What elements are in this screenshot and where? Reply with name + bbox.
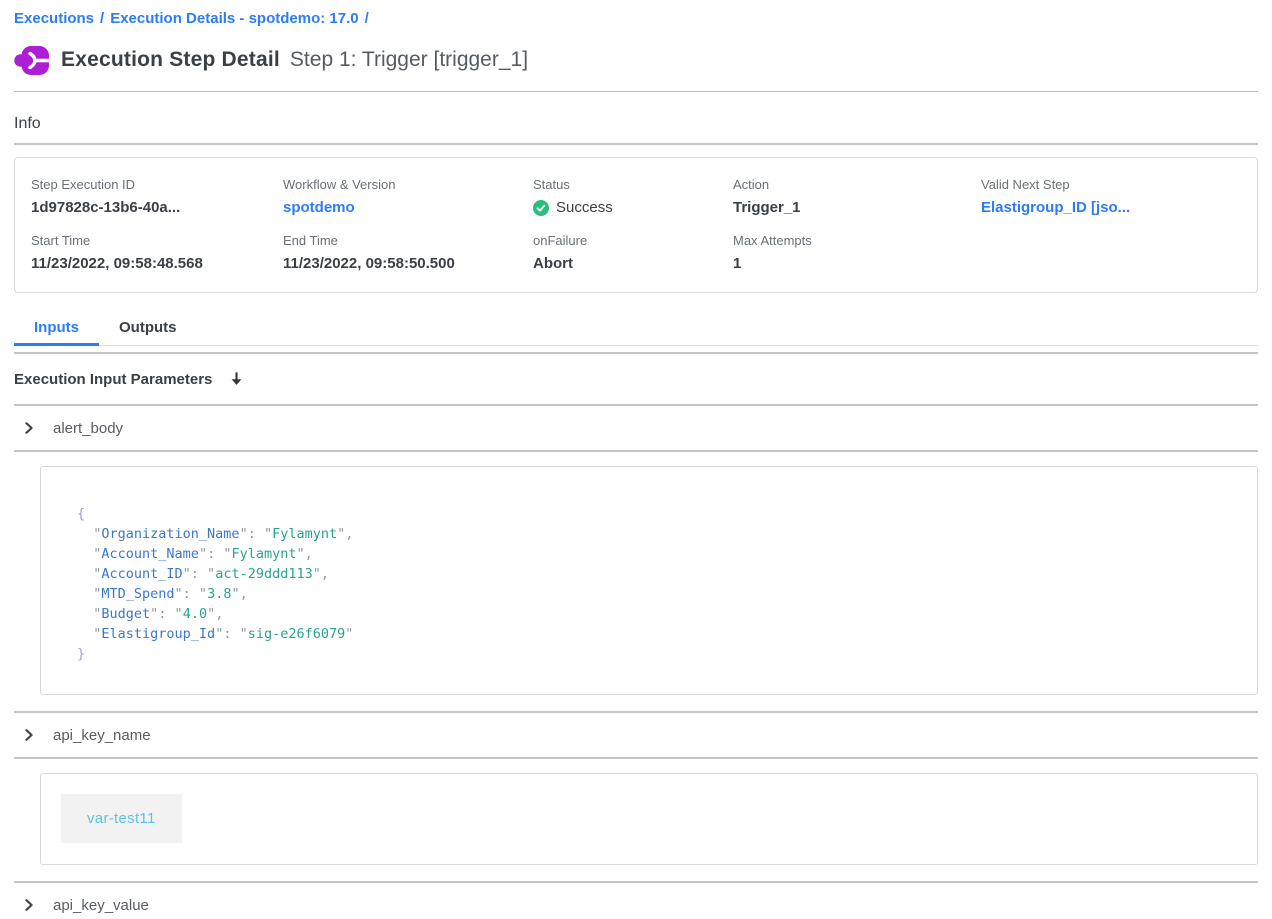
field-label: Status <box>533 177 733 192</box>
info-section-title: Info <box>14 115 1258 133</box>
info-section: Info Step Execution ID 1d97828c-13b6-40a… <box>14 115 1258 293</box>
execution-input-parameters-header: Execution Input Parameters <box>14 354 1258 404</box>
field-value: Trigger_1 <box>733 199 981 216</box>
page-header: Execution Step Detail Step 1: Trigger [t… <box>14 40 1258 80</box>
field-label: Valid Next Step <box>981 177 1241 192</box>
page-title: Execution Step Detail <box>61 48 280 72</box>
success-check-icon <box>533 200 549 216</box>
field-value: Abort <box>533 255 733 272</box>
workflow-link[interactable]: spotdemo <box>283 199 533 216</box>
field-label: Step Execution ID <box>31 177 283 192</box>
field-start-time: Start Time 11/23/2022, 09:58:48.568 <box>31 233 283 272</box>
field-empty <box>981 233 1241 272</box>
api-key-name-value: var-test11 <box>61 794 182 843</box>
field-onfailure: onFailure Abort <box>533 233 733 272</box>
alert-body-json-card: { "Organization_Name": "Fylamynt", "Acco… <box>40 466 1258 695</box>
field-value: 1 <box>733 255 981 272</box>
breadcrumb-separator: / <box>100 10 104 27</box>
param-row-api-key-name[interactable]: api_key_name <box>14 713 1258 757</box>
row-divider <box>14 757 1258 759</box>
json-code: { "Organization_Name": "Fylamynt", "Acco… <box>77 504 1237 664</box>
row-divider <box>14 450 1258 452</box>
field-valid-next-step: Valid Next Step Elastigroup_ID [jso... <box>981 177 1241 216</box>
field-value: 11/23/2022, 09:58:48.568 <box>31 255 283 272</box>
field-end-time: End Time 11/23/2022, 09:58:50.500 <box>283 233 533 272</box>
breadcrumb-separator: / <box>365 10 369 27</box>
field-label: Workflow & Version <box>283 177 533 192</box>
breadcrumb-link-execution-details[interactable]: Execution Details - spotdemo: 17.0 <box>110 10 358 27</box>
param-row-alert-body[interactable]: alert_body <box>14 406 1258 450</box>
breadcrumb: Executions / Execution Details - spotdemo:… <box>14 10 1258 27</box>
fylamynt-logo-icon <box>14 45 49 76</box>
chevron-right-icon <box>22 421 36 435</box>
page-subtitle: Step 1: Trigger [trigger_1] <box>290 48 528 72</box>
next-step-link[interactable]: Elastigroup_ID [jso... <box>981 199 1241 216</box>
field-step-execution-id: Step Execution ID 1d97828c-13b6-40a... <box>31 177 283 216</box>
field-label: Action <box>733 177 981 192</box>
param-name: alert_body <box>53 420 123 437</box>
field-label: Start Time <box>31 233 283 248</box>
download-arrow-icon[interactable] <box>227 370 246 389</box>
tab-inputs[interactable]: Inputs <box>14 314 99 345</box>
info-card: Step Execution ID 1d97828c-13b6-40a... W… <box>14 157 1258 293</box>
chevron-right-icon <box>22 898 36 912</box>
param-name: api_key_value <box>53 897 149 914</box>
field-value: 1d97828c-13b6-40a... <box>31 199 283 216</box>
param-row-api-key-value[interactable]: api_key_value <box>14 883 1258 919</box>
field-label: Max Attempts <box>733 233 981 248</box>
field-action: Action Trigger_1 <box>733 177 981 216</box>
field-status: Status Success <box>533 177 733 216</box>
field-label: onFailure <box>533 233 733 248</box>
param-name: api_key_name <box>53 727 151 744</box>
params-section-title: Execution Input Parameters <box>14 371 212 388</box>
field-workflow-version: Workflow & Version spotdemo <box>283 177 533 216</box>
field-max-attempts: Max Attempts 1 <box>733 233 981 272</box>
breadcrumb-link-executions[interactable]: Executions <box>14 10 94 27</box>
chevron-right-icon <box>22 728 36 742</box>
api-key-name-value-card: var-test11 <box>40 773 1258 865</box>
tab-outputs[interactable]: Outputs <box>99 314 197 345</box>
info-divider <box>14 143 1258 145</box>
title-divider <box>14 91 1258 92</box>
status-value: Success <box>533 199 733 216</box>
field-label: End Time <box>283 233 533 248</box>
status-text: Success <box>556 199 613 216</box>
inputs-outputs-tabs: Inputs Outputs <box>14 314 1258 346</box>
field-value: 11/23/2022, 09:58:50.500 <box>283 255 533 272</box>
